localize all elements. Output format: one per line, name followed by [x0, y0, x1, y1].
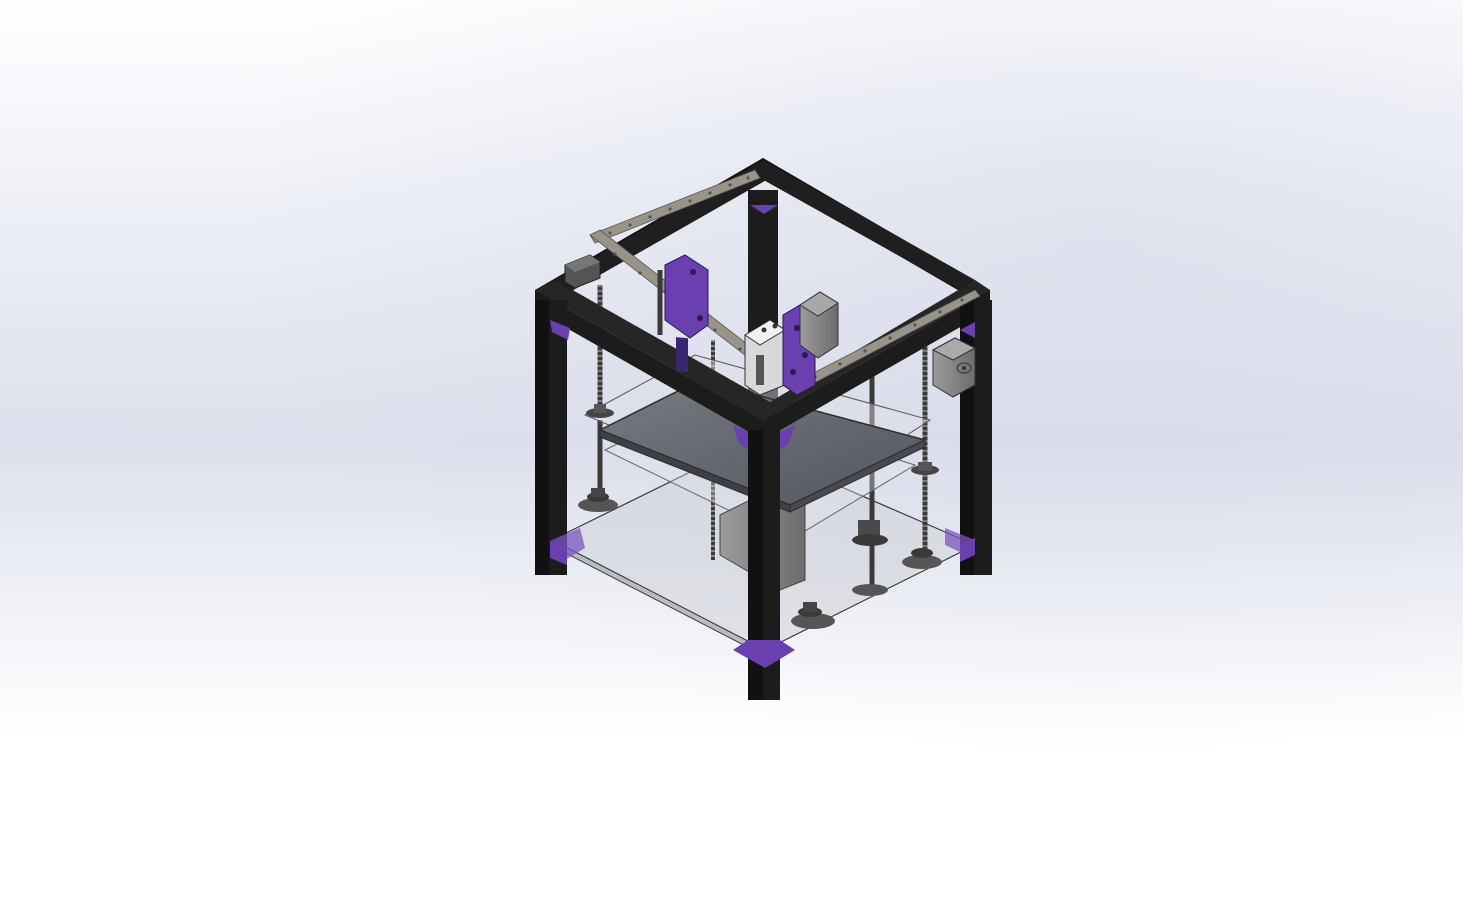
frame-top-rear-inner-right	[760, 160, 975, 290]
cad-viewport[interactable]	[0, 0, 1463, 919]
stepper-motor-top	[799, 291, 839, 359]
nut-block-left-bottom	[578, 488, 618, 512]
corner-bracket-bottom-front	[733, 640, 795, 668]
frame-post-left-face	[535, 300, 549, 575]
printer-frame-model	[535, 158, 992, 700]
stepper-motor-right	[931, 337, 977, 398]
rail-carriage-rear	[564, 254, 601, 289]
extruder-assembly	[744, 319, 786, 396]
